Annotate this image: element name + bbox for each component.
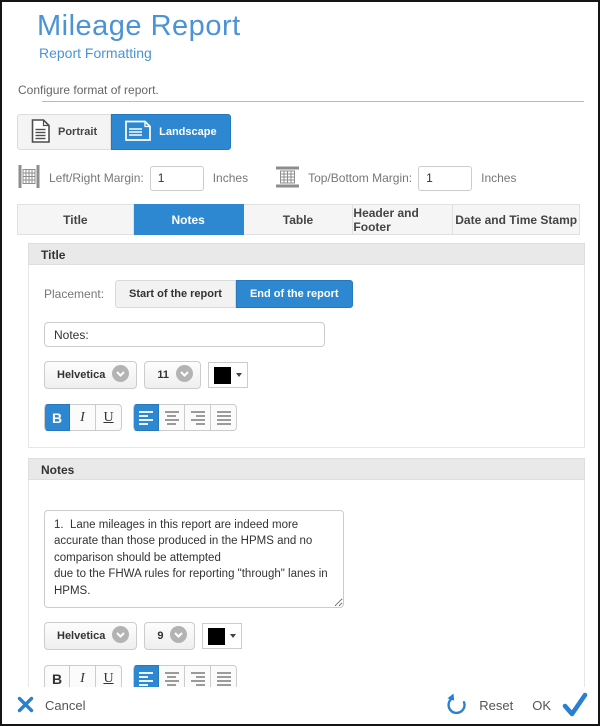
top-bottom-margin-group: Top/Bottom Margin: Inches [275,165,516,192]
notes-font-size-value: 9 [157,630,163,642]
notes-font-color-picker[interactable] [202,623,242,649]
align-center-button[interactable] [159,404,185,431]
placement-row: Placement: Start of the report End of th… [44,280,569,308]
mileage-report-dialog: { "header": { "title": "Mileage Report",… [0,0,600,726]
align-right-button[interactable] [185,404,211,431]
margins-row: Left/Right Margin: Inches Top/Bottom Mar… [17,164,598,192]
title-font-row: Helvetica 11 [44,361,569,389]
ok-check-icon [562,692,588,720]
chevron-down-circle-icon [176,365,193,385]
footer-right: Reset OK [445,692,588,720]
align-center-icon [165,672,179,686]
align-right-icon [191,411,205,425]
top-bottom-margin-input[interactable] [418,166,472,191]
align-justify-button[interactable] [211,404,237,431]
title-format-row: B I U [44,404,569,431]
align-center-icon [165,411,179,425]
tab-date-and-time-stamp[interactable]: Date and Time Stamp [453,204,580,235]
align-left-button[interactable] [133,404,159,431]
notes-section-header: Notes [28,458,585,480]
landscape-page-icon [125,120,151,144]
title-align-group [133,404,237,431]
tab-header-and-footer[interactable]: Header and Footer [353,204,453,235]
tab-notes[interactable]: Notes [134,204,244,235]
top-bottom-margin-icon [275,165,300,192]
title-font-family-dropdown[interactable]: Helvetica [44,361,137,389]
reset-icon [445,692,468,719]
tab-title[interactable]: Title [17,204,134,235]
cancel-button[interactable]: Cancel [17,696,85,716]
reset-button[interactable]: Reset [445,692,513,719]
dialog-footer: Cancel Reset OK [2,687,598,724]
chevron-down-circle-icon [112,365,129,385]
title-font-size-dropdown[interactable]: 11 [144,361,201,389]
dialog-header: Mileage Report Report Formatting [2,2,598,62]
title-font-color-picker[interactable] [208,362,248,388]
title-font-family-value: Helvetica [57,369,105,381]
landscape-button[interactable]: Landscape [111,114,230,150]
chevron-down-circle-icon [170,626,187,646]
title-section: Title Placement: Start of the report End… [28,243,585,448]
landscape-button-label: Landscape [159,126,216,138]
format-tabs: Title Notes Table Header and Footer Date… [17,204,580,235]
align-justify-icon [217,411,231,425]
title-section-body: Placement: Start of the report End of th… [28,265,585,448]
italic-button[interactable]: I [70,404,96,431]
page-subtitle: Report Formatting [39,44,598,62]
notes-textarea[interactable]: 1. Lane mileages in this report are inde… [44,510,344,608]
left-right-margin-unit: Inches [213,171,248,185]
page-title: Mileage Report [37,8,598,44]
notes-section-body: 1. Lane mileages in this report are inde… [28,480,585,709]
caret-down-icon [236,373,242,377]
align-justify-icon [217,672,231,686]
portrait-page-icon [31,119,50,146]
title-section-header: Title [28,243,585,265]
tab-table[interactable]: Table [244,204,354,235]
notes-font-family-dropdown[interactable]: Helvetica [44,622,137,650]
placement-label: Placement: [44,287,104,301]
cancel-label: Cancel [45,698,85,713]
placement-end-button[interactable]: End of the report [236,280,353,308]
notes-font-size-dropdown[interactable]: 9 [144,622,195,650]
bold-button[interactable]: B [44,404,70,431]
left-right-margin-label: Left/Right Margin: [49,171,144,185]
caret-down-icon [230,634,236,638]
left-right-margin-input[interactable] [150,166,204,191]
color-swatch [214,367,231,384]
header-divider [42,101,584,102]
align-left-icon [139,672,153,686]
underline-button[interactable]: U [96,404,122,431]
top-bottom-margin-unit: Inches [481,171,516,185]
ok-label: OK [532,698,551,713]
color-swatch [208,628,225,645]
title-style-group: B I U [44,404,122,431]
cancel-x-icon [17,696,34,716]
ok-button[interactable]: OK [532,692,588,720]
title-font-size-value: 11 [157,369,169,381]
notes-font-family-value: Helvetica [57,630,105,642]
placement-start-button[interactable]: Start of the report [115,280,236,308]
title-text-input[interactable] [44,322,325,347]
page-description: Configure format of report. [18,83,598,97]
chevron-down-circle-icon [112,626,129,646]
align-left-icon [139,411,153,425]
reset-label: Reset [479,698,513,713]
top-bottom-margin-label: Top/Bottom Margin: [308,171,412,185]
notes-font-row: Helvetica 9 [44,622,569,650]
notes-section: Notes 1. Lane mileages in this report ar… [28,458,585,709]
orientation-toggle: Portrait Landscape [17,114,598,150]
portrait-button-label: Portrait [58,126,97,138]
align-right-icon [191,672,205,686]
left-right-margin-icon [17,164,41,192]
portrait-button[interactable]: Portrait [17,114,111,150]
